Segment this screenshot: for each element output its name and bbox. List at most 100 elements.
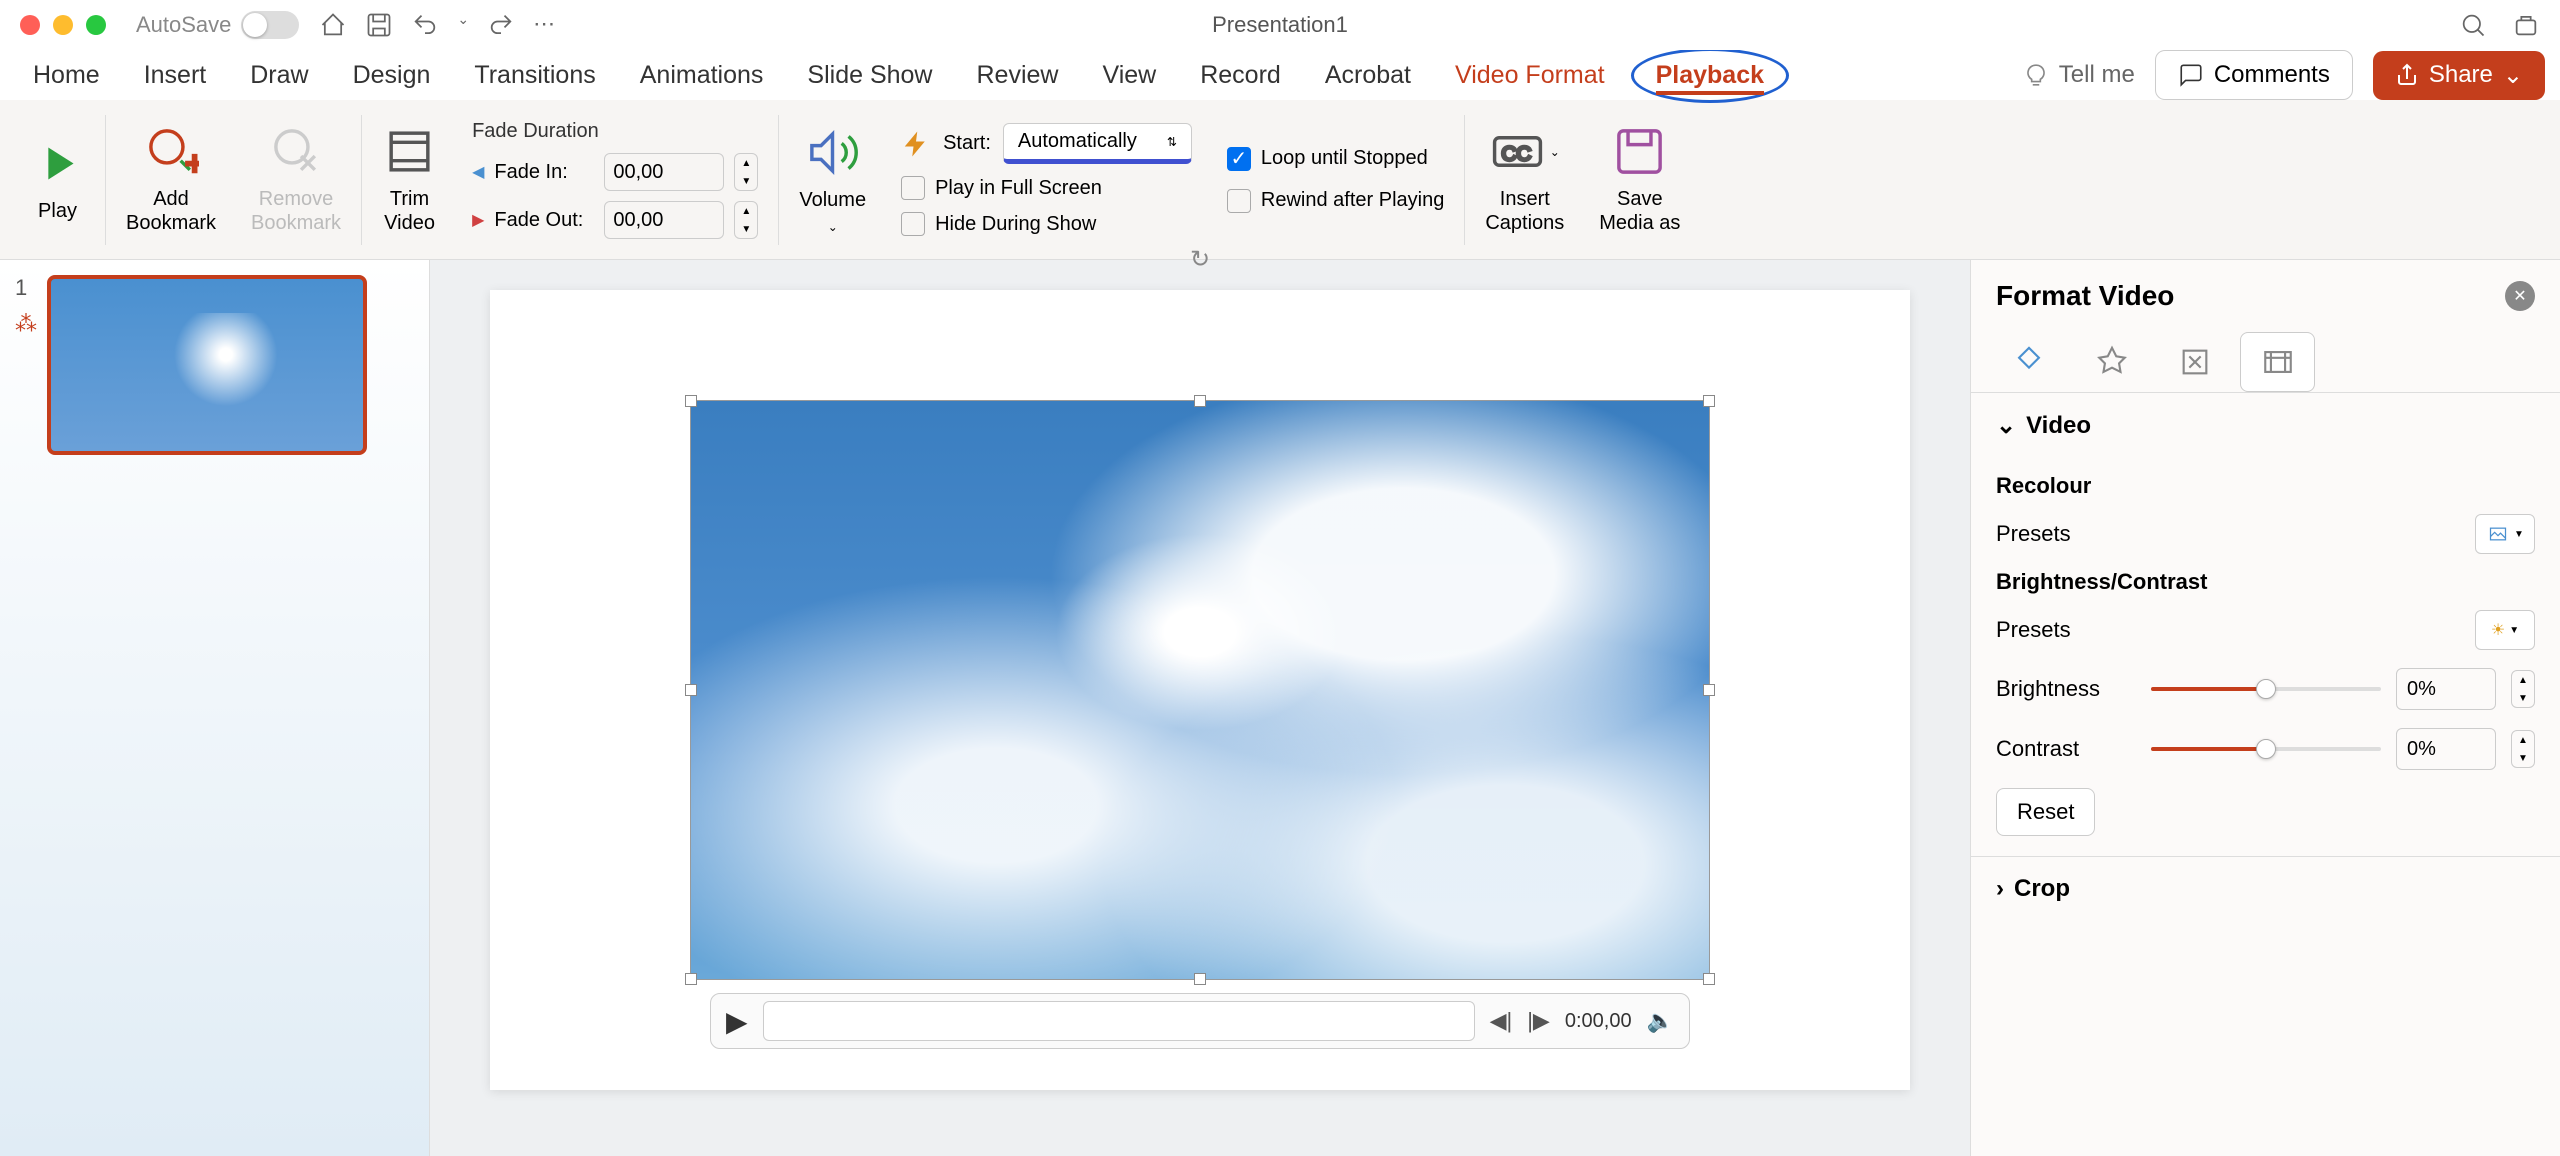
tab-insert[interactable]: Insert [126, 53, 225, 98]
volume-icon [805, 125, 860, 180]
video-step-back-button[interactable]: ◀| [1490, 1008, 1513, 1034]
volume-button[interactable]: Volume ⌄ [784, 125, 881, 234]
resize-handle[interactable] [1703, 684, 1715, 696]
brightness-label: Brightness [1996, 676, 2136, 702]
crop-section-header[interactable]: › Crop [1971, 857, 2560, 921]
search-icon[interactable] [2459, 11, 2487, 39]
loop-until-stopped-checkbox[interactable]: ✓ Loop until Stopped [1227, 147, 1444, 171]
brightness-spinner[interactable]: ▲▼ [2511, 670, 2535, 708]
trim-video-button[interactable]: Trim Video [367, 124, 452, 235]
undo-dropdown-icon[interactable]: ⌄ [457, 11, 469, 39]
contrast-label: Contrast [1996, 736, 2136, 762]
minimize-window-button[interactable] [53, 15, 73, 35]
tab-draw[interactable]: Draw [232, 53, 326, 98]
sidebar-tab-fill[interactable] [1991, 332, 2066, 392]
tab-slide-show[interactable]: Slide Show [789, 53, 950, 98]
tab-design[interactable]: Design [335, 53, 449, 98]
resize-handle[interactable] [1703, 973, 1715, 985]
sidebar-tab-size[interactable] [2157, 332, 2232, 392]
resize-handle[interactable] [1703, 395, 1715, 407]
autosave-toggle[interactable]: AutoSave [136, 11, 299, 39]
remove-bookmark-icon [269, 124, 324, 179]
resize-handle[interactable] [685, 684, 697, 696]
recolour-presets-button[interactable]: ▼ [2475, 514, 2535, 554]
start-dropdown[interactable]: Automatically ⇅ [1003, 123, 1192, 164]
resize-handle[interactable] [685, 973, 697, 985]
video-play-button[interactable]: ▶ [726, 1005, 748, 1038]
video-mute-button[interactable]: 🔈 [1647, 1008, 1674, 1034]
rotate-handle-icon[interactable]: ↻ [1190, 245, 1210, 274]
contrast-input[interactable]: 0% [2396, 728, 2496, 770]
slide-thumbnail-1[interactable] [47, 275, 367, 455]
toggle-switch[interactable] [241, 11, 299, 39]
tab-animations[interactable]: Animations [622, 53, 782, 98]
close-sidebar-button[interactable]: ✕ [2505, 281, 2535, 311]
tab-acrobat[interactable]: Acrobat [1307, 53, 1429, 98]
start-options-section: Start: Automatically ⇅ Play in Full Scre… [886, 123, 1207, 236]
add-bookmark-button[interactable]: + Add Bookmark [111, 124, 231, 235]
comments-button[interactable]: Comments [2155, 50, 2353, 100]
fade-out-spinner[interactable]: ▲▼ [734, 201, 758, 239]
fade-in-input[interactable]: 00,00 [604, 153, 724, 191]
video-playback-controls: ▶ ◀| |▶ 0:00,00 🔈 [710, 993, 1690, 1049]
presets-label: Presets [1996, 521, 2071, 547]
autosave-label: AutoSave [136, 12, 231, 38]
cc-icon: CC [1490, 124, 1545, 179]
video-preview [691, 401, 1709, 979]
sidebar-tab-video[interactable] [2240, 332, 2315, 392]
slide-number: 1 [15, 275, 37, 301]
play-button[interactable]: Play [15, 136, 100, 223]
save-icon[interactable] [365, 11, 393, 39]
redo-icon[interactable] [487, 11, 515, 39]
chevron-down-icon: ▼ [2514, 529, 2524, 540]
hide-during-show-checkbox[interactable]: Hide During Show [901, 212, 1192, 236]
tab-transitions[interactable]: Transitions [456, 53, 613, 98]
contrast-spinner[interactable]: ▲▼ [2511, 730, 2535, 768]
checkbox-checked-icon: ✓ [1227, 147, 1251, 171]
fade-out-triangle-icon: ▶ [472, 210, 484, 230]
rewind-after-playing-checkbox[interactable]: Rewind after Playing [1227, 189, 1444, 213]
brightness-presets-button[interactable]: ☀ ▼ [2475, 610, 2535, 650]
divider [778, 115, 779, 245]
reset-button[interactable]: Reset [1996, 788, 2095, 836]
tell-me-button[interactable]: Tell me [2023, 61, 2135, 89]
fade-out-label: Fade Out: [494, 209, 594, 232]
slide-editor[interactable]: ↻ ▶ ◀| |▶ 0:00,00 🔈 [490, 290, 1910, 1090]
tab-playback[interactable]: Playback [1631, 48, 1789, 103]
undo-icon[interactable] [411, 11, 439, 39]
tab-view[interactable]: View [1084, 53, 1174, 98]
video-section-header[interactable]: ⌄ Video [1971, 393, 2560, 458]
contrast-slider[interactable] [2151, 747, 2381, 751]
playback-toolbar: Play + Add Bookmark Remove Bookmark Trim… [0, 100, 2560, 260]
play-full-screen-checkbox[interactable]: Play in Full Screen [901, 176, 1192, 200]
tab-home[interactable]: Home [15, 53, 118, 98]
close-window-button[interactable] [20, 15, 40, 35]
presets-label: Presets [1996, 617, 2071, 643]
resize-handle[interactable] [1194, 395, 1206, 407]
tab-record[interactable]: Record [1182, 53, 1299, 98]
maximize-window-button[interactable] [86, 15, 106, 35]
toolbox-icon[interactable] [2512, 11, 2540, 39]
divider [1464, 115, 1465, 245]
brightness-slider[interactable] [2151, 687, 2381, 691]
video-object[interactable]: ▶ ◀| |▶ 0:00,00 🔈 [690, 400, 1710, 980]
more-icon[interactable]: ⋯ [533, 11, 555, 39]
start-label: Start: [943, 132, 991, 155]
resize-handle[interactable] [1194, 973, 1206, 985]
tab-video-format[interactable]: Video Format [1437, 53, 1623, 98]
home-icon[interactable] [319, 11, 347, 39]
video-seek-bar[interactable] [763, 1001, 1475, 1041]
slide-thumbnails-panel: 1 ⁂ [0, 260, 430, 1156]
sidebar-tab-effects[interactable] [2074, 332, 2149, 392]
fade-out-input[interactable]: 00,00 [604, 201, 724, 239]
save-media-as-button[interactable]: Save Media as [1584, 124, 1695, 235]
resize-handle[interactable] [685, 395, 697, 407]
fade-in-triangle-icon: ◀ [472, 162, 484, 182]
insert-captions-button[interactable]: CC ⌄ Insert Captions [1470, 124, 1579, 235]
brightness-input[interactable]: 0% [2396, 668, 2496, 710]
titlebar: AutoSave ⌄ ⋯ Presentation1 [0, 0, 2560, 50]
tab-review[interactable]: Review [958, 53, 1076, 98]
video-step-forward-button[interactable]: |▶ [1527, 1008, 1550, 1034]
fade-in-spinner[interactable]: ▲▼ [734, 153, 758, 191]
share-button[interactable]: Share ⌄ [2373, 51, 2545, 100]
